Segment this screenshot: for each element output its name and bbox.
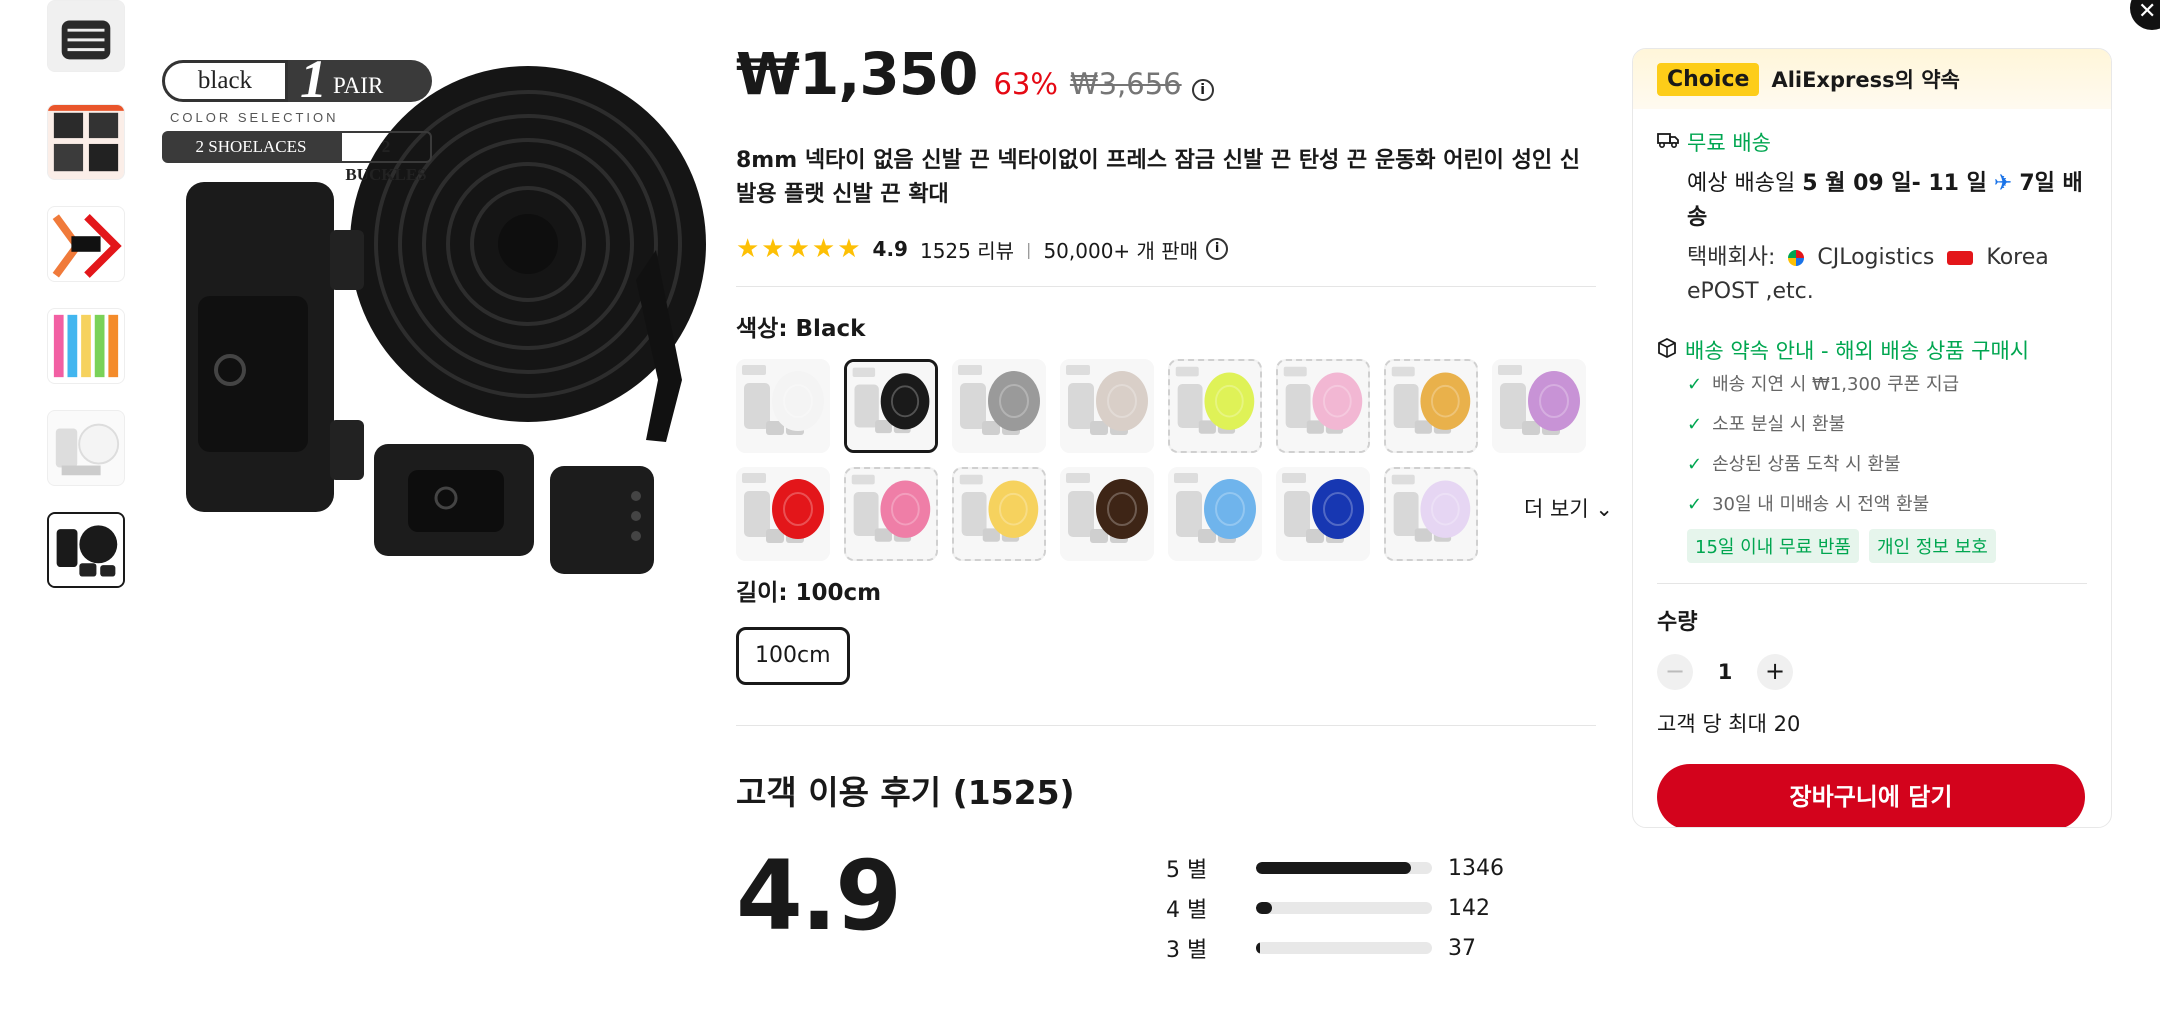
choice-header: Choice AliExpress의 약속 — [1633, 49, 2111, 109]
image-overlay-label: black 1 PAIR COLOR SELECTION 2 SHOELACES… — [162, 52, 432, 184]
choice-badge: Choice — [1657, 62, 1760, 96]
main-product-image[interactable]: black 1 PAIR COLOR SELECTION 2 SHOELACES… — [146, 40, 706, 600]
thumbnail-2[interactable] — [47, 104, 125, 180]
thumbnail-4[interactable] — [47, 308, 125, 384]
carrier-1: CJLogistics — [1817, 245, 1935, 270]
rating-bar-label: 3 별 — [1166, 938, 1208, 963]
delivery-estimate: 예상 배송일 5 월 09 일- 11 일 ✈ 7일 배송 — [1687, 167, 2087, 235]
quantity-label: 수량 — [1657, 610, 1698, 635]
rating-bar-track — [1256, 942, 1432, 954]
divider — [1657, 583, 2087, 584]
decrease-quantity-button[interactable]: − — [1657, 654, 1693, 690]
cjlogistics-logo-icon — [1788, 250, 1805, 266]
overlay-pair-count: 1 — [300, 49, 327, 109]
service-tag[interactable]: 개인 정보 보호 — [1869, 529, 1996, 563]
guarantee-text: 손상된 상품 도착 시 환불 — [1712, 454, 1901, 475]
guarantee-text: 소포 분실 시 환불 — [1712, 414, 1846, 435]
increase-quantity-button[interactable]: + — [1757, 654, 1793, 690]
overlay-color-selection: COLOR SELECTION — [170, 110, 339, 125]
rating-bar-row[interactable]: 3 별 37 — [1166, 928, 1566, 968]
guarantee-title: 배송 약속 안내 - 해외 배송 상품 구매시 — [1685, 339, 2030, 363]
plane-icon: ✈ — [1993, 171, 2013, 196]
delivery-prefix: 예상 배송일 — [1687, 171, 1796, 196]
guarantee-item: ✓ 배송 지연 시 ₩1,300 쿠폰 지급 — [1687, 365, 2087, 405]
rating-bar-count: 37 — [1448, 935, 1476, 961]
guarantee-text: 배송 지연 시 ₩1,300 쿠폰 지급 — [1712, 374, 1960, 395]
carrier-info: 택배회사: CJLogistics Korea ePOST ,etc. — [1687, 241, 2087, 309]
guarantee-item: ✓ 소포 분실 시 환불 — [1687, 405, 2087, 445]
purchase-panel: Choice AliExpress의 약속 무료 배송 예상 배송일 5 월 0… — [1632, 48, 2112, 828]
service-tags: 15일 이내 무료 반품 개인 정보 보호 — [1687, 529, 2087, 563]
promise-title: AliExpress의 약속 — [1771, 68, 1960, 92]
check-icon: ✓ — [1687, 454, 1703, 475]
check-icon: ✓ — [1687, 414, 1703, 435]
rating-bar-count: 1346 — [1448, 855, 1504, 881]
guarantee-header[interactable]: 배송 약속 안내 - 해외 배송 상품 구매시 — [1657, 335, 2087, 365]
overlay-color-word: black — [162, 60, 288, 102]
rating-bar-fill — [1256, 862, 1411, 874]
delivery-dates: 5 월 09 일- 11 일 — [1802, 171, 1987, 196]
average-rating: 4.9 — [736, 840, 902, 952]
rating-bar-row[interactable]: 4 별 142 — [1166, 888, 1566, 928]
free-shipping-row: 무료 배송 — [1657, 127, 2087, 157]
review-summary: 4.9 5 별 1346 4 별 142 3 별 37 — [736, 0, 1636, 1020]
check-icon: ✓ — [1687, 494, 1703, 515]
korea-post-logo-icon — [1947, 251, 1974, 265]
free-shipping-label[interactable]: 무료 배송 — [1687, 127, 1771, 157]
overlay-buckles: 2 BUCKLES — [340, 131, 432, 184]
guarantee-item: ✓ 손상된 상품 도착 시 환불 — [1687, 445, 2087, 485]
overlay-shoelaces: 2 SHOELACES — [162, 131, 340, 163]
thumbnail-5[interactable] — [47, 410, 125, 486]
guarantee-item: ✓ 30일 내 미배송 시 전액 환불 — [1687, 485, 2087, 525]
quantity-value[interactable]: 1 — [1693, 660, 1757, 684]
overlay-pair-word: PAIR — [333, 73, 384, 98]
rating-bar-label: 4 별 — [1166, 898, 1208, 923]
rating-bar-fill — [1256, 942, 1260, 954]
truck-icon — [1657, 130, 1679, 154]
rating-bar-count: 142 — [1448, 895, 1490, 921]
thumbnail-6-selected[interactable] — [47, 512, 125, 588]
max-per-customer: 고객 당 최대 20 — [1657, 712, 1801, 736]
rating-bar-row[interactable]: 5 별 1346 — [1166, 848, 1566, 888]
rating-distribution: 5 별 1346 4 별 142 3 별 37 — [1166, 848, 1566, 968]
shield-box-icon — [1657, 337, 1677, 363]
thumbnail-3[interactable] — [47, 206, 125, 282]
thumbnail-1[interactable] — [47, 0, 125, 72]
close-icon[interactable]: ✕ — [2130, 0, 2160, 30]
check-icon: ✓ — [1687, 374, 1703, 395]
add-to-cart-button[interactable]: 장바구니에 담기 — [1657, 764, 2085, 827]
rating-bar-fill — [1256, 902, 1272, 914]
quantity-stepper: − 1 + — [1657, 654, 2087, 690]
guarantee-text: 30일 내 미배송 시 전액 환불 — [1712, 494, 1930, 515]
carrier-label: 택배회사: — [1687, 245, 1776, 270]
rating-bar-track — [1256, 902, 1432, 914]
service-tag[interactable]: 15일 이내 무료 반품 — [1687, 529, 1859, 563]
rating-bar-label: 5 별 — [1166, 858, 1208, 883]
guarantee-list: ✓ 배송 지연 시 ₩1,300 쿠폰 지급 ✓ 소포 분실 시 환불 ✓ 손상된 상품 … — [1657, 365, 2087, 525]
rating-bar-track — [1256, 862, 1432, 874]
